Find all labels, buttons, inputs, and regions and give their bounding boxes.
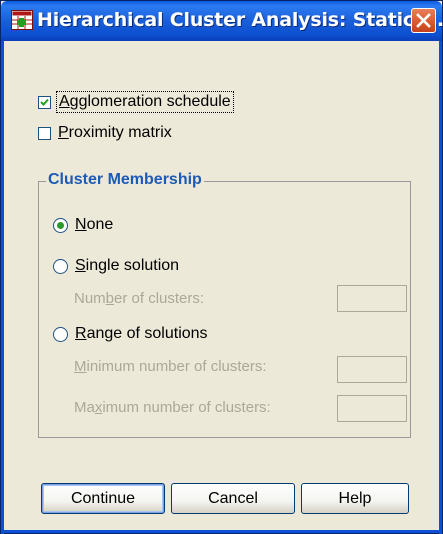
proximity-matrix-checkbox[interactable]: Proximity matrix (38, 122, 172, 144)
cancel-button[interactable]: Cancel (171, 483, 295, 514)
close-icon (416, 13, 431, 28)
close-button[interactable] (411, 8, 436, 33)
title-bar[interactable]: Hierarchical Cluster Analysis: Statict..… (1, 1, 443, 41)
radio-button[interactable] (53, 326, 68, 342)
number-of-clusters-input[interactable] (337, 285, 407, 312)
window-frame-right (439, 41, 442, 534)
radio-selected-dot (57, 221, 64, 229)
dialog-window: Hierarchical Cluster Analysis: Statict..… (0, 0, 443, 534)
radio-single-solution[interactable]: Single solution (53, 255, 179, 277)
minimum-clusters-label: Minimum number of clusters: (74, 358, 267, 375)
radio-none-label: None (75, 216, 114, 233)
agglomeration-schedule-label: Agglomeration schedule (56, 91, 234, 113)
agglomeration-schedule-checkbox[interactable]: Agglomeration schedule (38, 91, 234, 113)
window-frame-left (1, 41, 4, 534)
checkbox-box[interactable] (38, 126, 51, 140)
radio-none[interactable]: None (53, 214, 113, 236)
cluster-membership-title: Cluster Membership (46, 171, 204, 189)
window-title: Hierarchical Cluster Analysis: Statict..… (37, 9, 443, 31)
checkmark-icon (40, 98, 49, 106)
help-button[interactable]: Help (301, 483, 409, 514)
maximum-clusters-label: Maximum number of clusters: (74, 399, 271, 416)
minimum-clusters-input[interactable] (337, 356, 407, 383)
radio-button[interactable] (53, 258, 68, 274)
spss-dialog-icon (11, 10, 33, 30)
checkbox-box[interactable] (38, 95, 51, 109)
radio-range-of-solutions[interactable]: Range of solutions (53, 323, 208, 345)
radio-button[interactable] (53, 217, 68, 233)
radio-range-of-solutions-label: Range of solutions (75, 325, 208, 342)
number-of-clusters-label: Number of clusters: (74, 290, 205, 307)
maximum-clusters-input[interactable] (337, 395, 407, 422)
continue-button[interactable]: Continue (41, 483, 165, 514)
radio-single-solution-label: Single solution (75, 257, 180, 274)
window-frame-bottom (1, 530, 442, 533)
proximity-matrix-label: Proximity matrix (58, 124, 172, 141)
